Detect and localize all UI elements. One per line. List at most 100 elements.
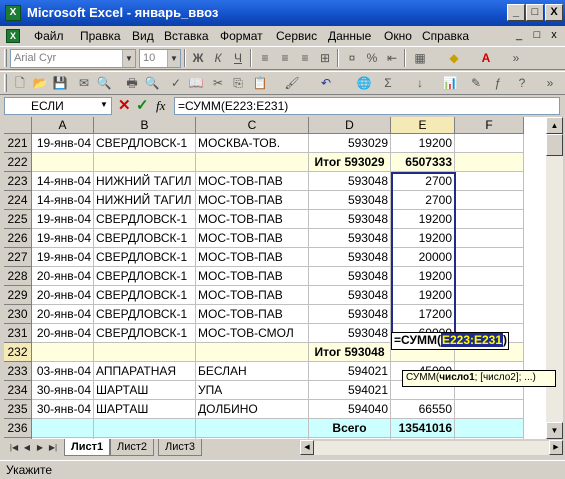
cell-f225[interactable] (455, 210, 524, 229)
font-dropdown-arrow[interactable]: ▼ (122, 50, 135, 67)
cell-c234[interactable]: УПА (196, 381, 309, 400)
cell-b230[interactable]: СВЕРДЛОВСК-1 (94, 305, 196, 324)
cell-c226[interactable]: МОС-ТОВ-ПАВ (196, 229, 309, 248)
cell-c229[interactable]: МОС-ТОВ-ПАВ (196, 286, 309, 305)
scroll-down-icon[interactable]: ▼ (546, 422, 563, 439)
column-header-c[interactable]: C (196, 117, 309, 134)
row-header[interactable]: 231 (4, 324, 32, 343)
format-painter-icon[interactable]: 🖌 (282, 73, 302, 93)
cell-d224[interactable]: 593048 (309, 191, 391, 210)
cell-e229[interactable]: 19200 (391, 286, 455, 305)
menu-format[interactable]: Формат (220, 29, 263, 43)
column-header-d[interactable]: D (309, 117, 391, 134)
cell-a232[interactable] (32, 343, 94, 362)
cell-d227[interactable]: 593048 (309, 248, 391, 267)
font-color-icon[interactable]: A (476, 48, 496, 68)
cell-d235[interactable]: 594040 (309, 400, 391, 419)
sort-ascending-icon[interactable]: ↓ (410, 73, 430, 93)
cell-c224[interactable]: МОС-ТОВ-ПАВ (196, 191, 309, 210)
row-header[interactable]: 230 (4, 305, 32, 324)
align-left-icon[interactable]: ≡ (255, 48, 275, 68)
name-box-dropdown-icon[interactable]: ▼ (100, 100, 108, 109)
scroll-up-icon[interactable]: ▲ (546, 117, 563, 134)
cell-a236[interactable] (32, 419, 94, 438)
cell-b223[interactable]: НИЖНИЙ ТАГИЛ (94, 172, 196, 191)
doc-minimize-button[interactable]: _ (512, 29, 526, 42)
undo-icon[interactable]: ↶ (316, 73, 336, 93)
row-header[interactable]: 229 (4, 286, 32, 305)
toolbar-options-icon[interactable]: » (540, 73, 560, 93)
cell-f235[interactable] (455, 400, 524, 419)
workbook-icon[interactable]: X (6, 29, 20, 43)
cell-a224[interactable]: 14-янв-04 (32, 191, 94, 210)
underline-icon[interactable]: Ч (228, 48, 248, 68)
email-icon[interactable]: ✉ (74, 73, 94, 93)
tooltip-function[interactable]: СУММ( (406, 372, 439, 383)
in-cell-editor[interactable]: =СУММ(E223:E231) (391, 332, 509, 350)
cell-c230[interactable]: МОС-ТОВ-ПАВ (196, 305, 309, 324)
new-document-icon[interactable]: 🗋 (10, 73, 30, 93)
cell-e230[interactable]: 17200 (391, 305, 455, 324)
menu-file[interactable]: Файл (34, 29, 64, 43)
cell-b226[interactable]: СВЕРДЛОВСК-1 (94, 229, 196, 248)
menu-edit[interactable]: Правка (80, 29, 121, 43)
next-sheet-icon[interactable]: ▶ (34, 441, 46, 454)
research-icon[interactable]: 📖 (186, 73, 206, 93)
cell-b225[interactable]: СВЕРДЛОВСК-1 (94, 210, 196, 229)
size-dropdown-arrow[interactable]: ▼ (167, 50, 180, 67)
row-header[interactable]: 225 (4, 210, 32, 229)
cell-d223[interactable]: 593048 (309, 172, 391, 191)
cell-f227[interactable] (455, 248, 524, 267)
cell-f222[interactable] (455, 153, 524, 172)
menu-insert[interactable]: Вставка (164, 29, 209, 43)
cell-b229[interactable]: СВЕРДЛОВСК-1 (94, 286, 196, 305)
row-header[interactable]: 235 (4, 400, 32, 419)
cell-b236[interactable] (94, 419, 196, 438)
cell-d236[interactable]: Всего (309, 419, 391, 438)
menu-help[interactable]: Справка (422, 29, 469, 43)
cell-e222[interactable]: 6507333 (391, 153, 455, 172)
fill-color-icon[interactable]: ◆ (444, 48, 464, 68)
cell-f221[interactable] (455, 134, 524, 153)
worksheet-grid[interactable]: A B C D E F 221 19-янв-04 СВЕРДЛОВСК-1 МОСКВА-ТОВ… (4, 117, 546, 439)
row-header[interactable]: 236 (4, 419, 32, 438)
cell-b232[interactable] (94, 343, 196, 362)
cell-d234[interactable]: 594021 (309, 381, 391, 400)
cell-c227[interactable]: МОС-ТОВ-ПАВ (196, 248, 309, 267)
cell-f229[interactable] (455, 286, 524, 305)
column-header-b[interactable]: B (94, 117, 196, 134)
cell-f228[interactable] (455, 267, 524, 286)
cell-f226[interactable] (455, 229, 524, 248)
spelling-icon[interactable]: ✓ (166, 73, 186, 93)
toolbar-grip[interactable] (4, 74, 7, 92)
cell-b221[interactable]: СВЕРДЛОВСК-1 (94, 134, 196, 153)
cell-b231[interactable]: СВЕРДЛОВСК-1 (94, 324, 196, 343)
cell-c223[interactable]: МОС-ТОВ-ПАВ (196, 172, 309, 191)
row-header[interactable]: 228 (4, 267, 32, 286)
open-folder-icon[interactable]: 📂 (30, 73, 50, 93)
help-icon[interactable]: ? (512, 73, 532, 93)
cell-d228[interactable]: 593048 (309, 267, 391, 286)
align-right-icon[interactable]: ≡ (295, 48, 315, 68)
cell-a223[interactable]: 14-янв-04 (32, 172, 94, 191)
font-name-combo[interactable]: Arial Cyr (10, 49, 136, 68)
cell-e228[interactable]: 19200 (391, 267, 455, 286)
cell-d225[interactable]: 593048 (309, 210, 391, 229)
excel-app-icon[interactable]: X (5, 5, 21, 21)
row-header[interactable]: 223 (4, 172, 32, 191)
toolbar-grip[interactable] (4, 49, 7, 67)
row-header[interactable]: 234 (4, 381, 32, 400)
vertical-scrollbar[interactable] (546, 117, 563, 439)
search-icon[interactable]: 🔍 (94, 73, 114, 93)
autosum-icon[interactable]: Σ (378, 73, 398, 93)
cell-d232[interactable]: Итог 593048 (309, 343, 391, 362)
prev-sheet-icon[interactable]: ◀ (21, 441, 33, 454)
row-header[interactable]: 222 (4, 153, 32, 172)
print-icon[interactable]: 🖶 (122, 73, 142, 93)
cell-c233[interactable]: БЕСЛАН (196, 362, 309, 381)
sheet-tab-1[interactable]: Лист1 (64, 439, 111, 456)
print-preview-icon[interactable]: 🔍 (142, 73, 162, 93)
cell-e226[interactable]: 19200 (391, 229, 455, 248)
toolbar-options-icon[interactable]: » (506, 48, 526, 68)
scroll-right-icon[interactable]: ▶ (549, 440, 563, 455)
